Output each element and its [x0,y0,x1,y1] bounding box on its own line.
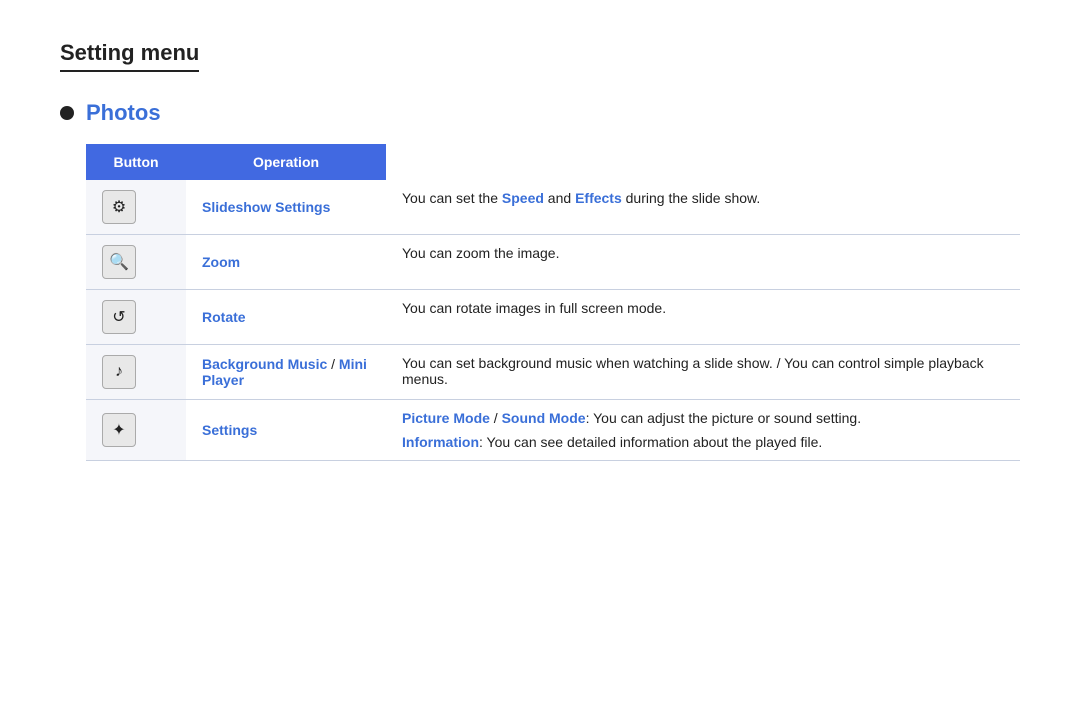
op-cell-slideshow-settings: You can set the Speed and Effects during… [386,180,1020,235]
op-part: and [544,190,575,206]
name-cell-slideshow-settings: Slideshow Settings [186,180,386,235]
background-music-icon: ♪ [102,355,136,389]
rotate-icon: ↺ [102,300,136,334]
zoom-icon: 🔍 [102,245,136,279]
icon-cell-background-music: ♪ [86,345,186,400]
name-text-slideshow-settings: Slideshow Settings [202,199,330,215]
icon-cell-zoom: 🔍 [86,235,186,290]
op-text: You can set background music when watchi… [402,355,1004,387]
table-header-row: Button Operation [86,144,1020,180]
op-part: : You can see detailed information about… [479,434,822,450]
name-cell-rotate: Rotate [186,290,386,345]
op-text: You can set the Speed and Effects during… [402,190,1004,206]
section-header: Photos [60,100,1020,126]
op-part: You can set the [402,190,502,206]
op-part: : You can adjust the picture or sound se… [586,410,862,426]
name-cell-settings: Settings [186,400,386,461]
op-part: Effects [575,190,622,206]
op-part: Speed [502,190,544,206]
op-cell-zoom: You can zoom the image. [386,235,1020,290]
slideshow-settings-icon: ⚙ [102,190,136,224]
name-text-settings: Settings [202,422,257,438]
op-part: You can set background music when watchi… [402,355,984,387]
icon-cell-rotate: ↺ [86,290,186,345]
op-line: Information: You can see detailed inform… [402,434,1004,450]
name-text-rotate: Rotate [202,309,246,325]
section-bullet [60,106,74,120]
op-text: You can zoom the image. [402,245,1004,261]
op-part: during the slide show. [622,190,761,206]
op-part: You can zoom the image. [402,245,559,261]
name-part: Background Music [202,356,327,372]
col-header-operation: Operation [186,144,386,180]
op-cell-settings: Picture Mode / Sound Mode: You can adjus… [386,400,1020,461]
table-row: ⚙ Slideshow Settings You can set the Speed… [86,180,1020,235]
section-title: Photos [86,100,161,126]
table-row: 🔍 Zoom You can zoom the image. [86,235,1020,290]
name-part: / [327,356,339,372]
name-cell-zoom: Zoom [186,235,386,290]
op-part: Picture Mode [402,410,490,426]
icon-cell-slideshow-settings: ⚙ [86,180,186,235]
name-cell-background-music: Background Music / Mini Player [186,345,386,400]
op-line: Picture Mode / Sound Mode: You can adjus… [402,410,1004,426]
page-title: Setting menu [60,40,199,72]
icon-cell-settings: ✦ [86,400,186,461]
op-cell-rotate: You can rotate images in full screen mod… [386,290,1020,345]
op-part: Information [402,434,479,450]
name-text-zoom: Zoom [202,254,240,270]
col-header-button: Button [86,144,186,180]
table-row: ♪ Background Music / Mini Player You can s… [86,345,1020,400]
op-text: You can rotate images in full screen mod… [402,300,1004,316]
settings-icon: ✦ [102,413,136,447]
table-row: ✦SettingsPicture Mode / Sound Mode: You … [86,400,1020,461]
op-cell-background-music: You can set background music when watchi… [386,345,1020,400]
op-part: You can rotate images in full screen mod… [402,300,666,316]
op-part: / [490,410,502,426]
table-row: ↺ Rotate You can rotate images in full scr… [86,290,1020,345]
op-part: Sound Mode [502,410,586,426]
settings-table: Button Operation ⚙ Slideshow Settings You … [86,144,1020,461]
